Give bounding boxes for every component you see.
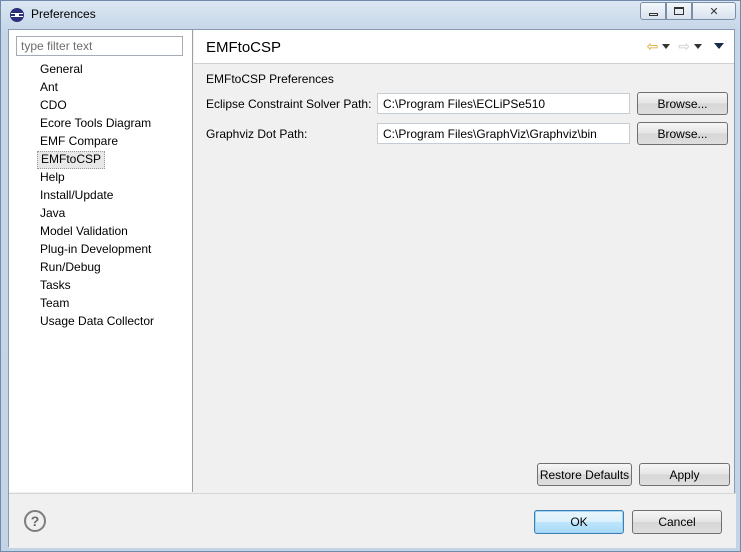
dialog-button-bar: ? OK Cancel — [9, 493, 736, 548]
window-title: Preferences — [31, 7, 96, 21]
tree-item-team[interactable]: Team — [37, 295, 72, 313]
page-title: EMFtoCSP — [206, 39, 282, 56]
tree-item-plugin-development[interactable]: Plug-in Development — [37, 241, 154, 259]
tree-item-help[interactable]: Help — [37, 169, 68, 187]
eclipse-app-icon — [10, 8, 24, 22]
window-controls: ✕ — [640, 2, 736, 20]
ok-label: OK — [570, 515, 588, 529]
solver-path-label: Eclipse Constraint Solver Path: — [206, 97, 372, 111]
graphviz-browse-button[interactable]: Browse... — [637, 122, 728, 145]
graphviz-path-input[interactable] — [377, 123, 630, 144]
apply-button[interactable]: Apply — [639, 463, 730, 486]
graphviz-path-label: Graphviz Dot Path: — [206, 127, 308, 141]
tree-item-general[interactable]: General — [37, 61, 86, 79]
graphviz-browse-label: Browse... — [657, 126, 708, 141]
page-header: EMFtoCSP ⇦ ⇨ — [194, 30, 734, 64]
tree-item-model-validation[interactable]: Model Validation — [37, 223, 131, 241]
preference-tree-pane: General Ant CDO Ecore Tools Diagram EMF … — [9, 30, 193, 492]
apply-label: Apply — [669, 467, 700, 482]
minimize-icon — [648, 12, 658, 16]
cancel-button[interactable]: Cancel — [632, 510, 722, 534]
tree-item-ant[interactable]: Ant — [37, 79, 61, 97]
back-arrow-icon[interactable]: ⇦ — [647, 39, 659, 53]
dialog-client-area: General Ant CDO Ecore Tools Diagram EMF … — [8, 29, 736, 548]
title-bar[interactable]: Preferences ✕ — [1, 1, 741, 29]
ok-button[interactable]: OK — [534, 510, 624, 534]
tree-item-tasks[interactable]: Tasks — [37, 277, 74, 295]
tree-item-cdo[interactable]: CDO — [37, 97, 70, 115]
back-history-dropdown-icon[interactable] — [662, 43, 671, 49]
maximize-icon — [674, 7, 684, 15]
solver-browse-label: Browse... — [657, 96, 708, 111]
minimize-button[interactable] — [640, 2, 666, 20]
filter-input[interactable] — [16, 36, 183, 56]
forward-arrow-icon[interactable]: ⇨ — [678, 39, 690, 53]
restore-defaults-button[interactable]: Restore Defaults — [537, 463, 632, 486]
maximize-button[interactable] — [666, 2, 692, 20]
help-icon[interactable]: ? — [24, 510, 46, 532]
solver-path-input[interactable] — [377, 93, 630, 114]
tree-item-java[interactable]: Java — [37, 205, 68, 223]
cancel-label: Cancel — [658, 515, 696, 529]
tree-item-install-update[interactable]: Install/Update — [37, 187, 116, 205]
close-icon: ✕ — [709, 5, 719, 18]
tree-item-emf-compare[interactable]: EMF Compare — [37, 133, 121, 151]
preference-page: EMFtoCSP ⇦ ⇨ EMFtoCSP Preferences Eclips… — [194, 30, 734, 492]
tree-item-usage-data-collector[interactable]: Usage Data Collector — [37, 313, 157, 331]
restore-defaults-label: Restore Defaults — [539, 467, 630, 482]
page-nav-toolbar: ⇦ ⇨ — [647, 39, 728, 53]
forward-history-dropdown-icon[interactable] — [694, 43, 702, 49]
tree-item-ecore-tools-diagram[interactable]: Ecore Tools Diagram — [37, 115, 154, 133]
solver-browse-button[interactable]: Browse... — [637, 92, 728, 115]
section-label: EMFtoCSP Preferences — [206, 72, 334, 86]
tree-item-emftocsp[interactable]: EMFtoCSP — [37, 151, 106, 169]
preference-tree: General Ant CDO Ecore Tools Diagram EMF … — [37, 61, 157, 331]
tree-item-run-debug[interactable]: Run/Debug — [37, 259, 104, 277]
close-button[interactable]: ✕ — [692, 2, 736, 20]
view-menu-icon[interactable] — [714, 43, 724, 49]
preferences-window: Preferences ✕ General Ant CDO Ecore Tool… — [0, 0, 741, 552]
